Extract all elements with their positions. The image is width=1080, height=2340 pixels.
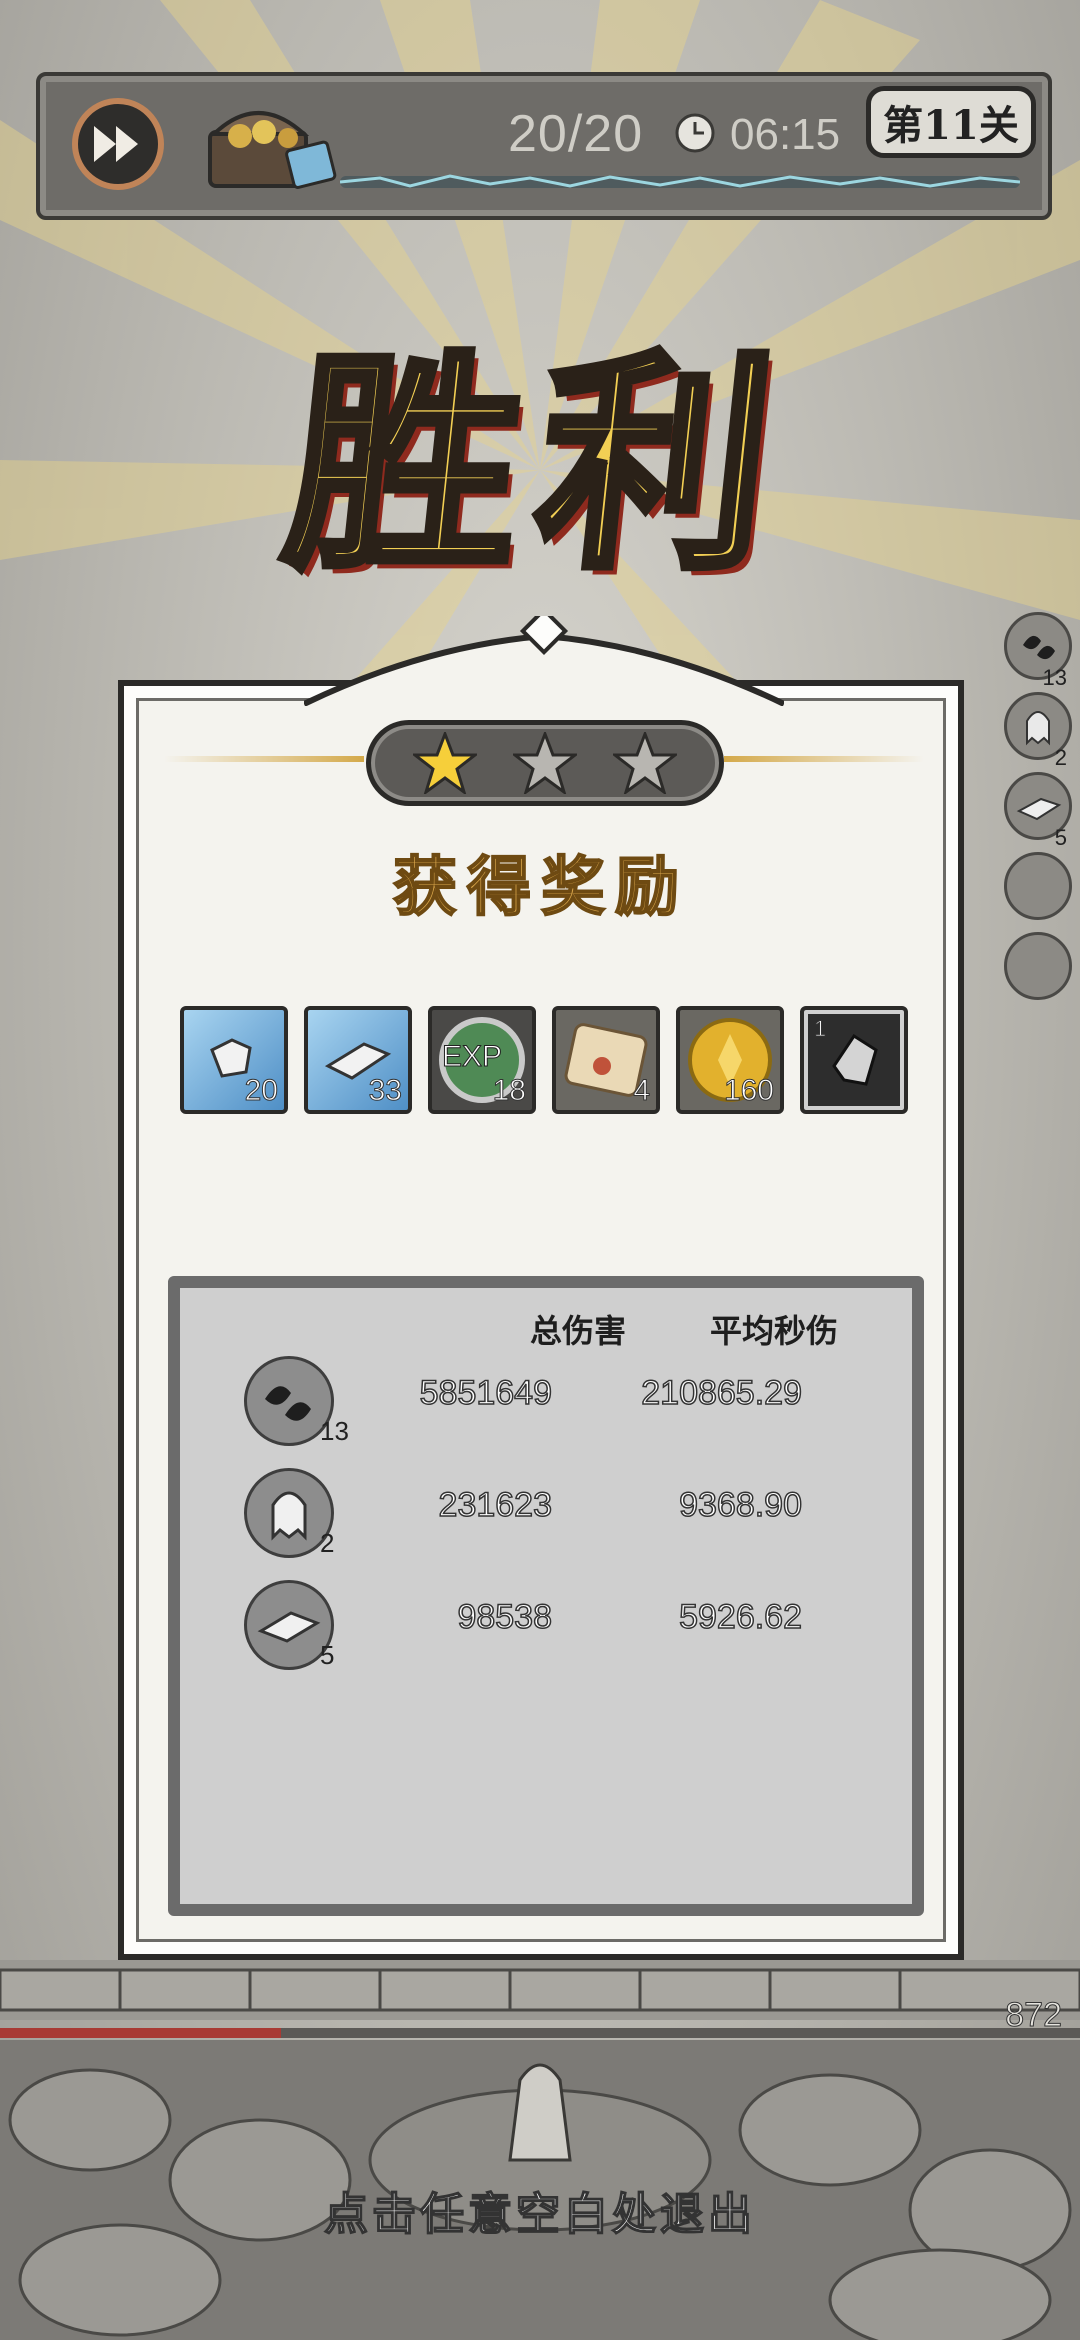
level-badge: 第11关 — [866, 86, 1036, 158]
reward-item[interactable]: 4 — [552, 1006, 660, 1114]
ghost-skill-icon — [271, 1491, 307, 1541]
reward-count: 20 — [244, 1074, 278, 1108]
total-damage-value: 98538 — [457, 1597, 553, 1637]
base-hp-bar — [0, 2028, 1080, 2038]
base-hp-fill — [0, 2028, 281, 2038]
reward-title: 获得奖励 — [392, 849, 689, 926]
stats-row: 13 5851649 210865.29 — [180, 1356, 912, 1456]
side-skill-black-drops[interactable]: 13 — [1004, 612, 1072, 690]
reward-count: 18 — [492, 1074, 526, 1108]
top-hud: 20/20 06:15 第11关 — [36, 72, 1052, 220]
hero-silhouette — [508, 2063, 572, 2162]
battle-timer: 06:15 — [730, 110, 841, 159]
panel-arch-ornament — [304, 616, 784, 706]
victory-title: 胜利 — [272, 326, 808, 604]
damage-stats-table: 总伤害 平均秒伤 13 5851649 210865.29 2 231623 9… — [168, 1276, 924, 1916]
stats-header-dps: 平均秒伤 — [710, 1312, 839, 1350]
wave-counter: 20/20 — [508, 105, 644, 163]
battlefield-ground — [0, 1960, 1080, 2340]
star-empty-icon — [613, 732, 677, 794]
reward-item[interactable]: 1 — [800, 1006, 908, 1114]
side-skill-level: 2 — [1054, 745, 1067, 770]
reward-item[interactable]: 20 — [180, 1006, 288, 1114]
side-skill-empty-slot[interactable] — [1004, 932, 1072, 1000]
wave-progress-bar — [340, 174, 1020, 188]
result-panel: 获得奖励 20 33 EXP 18 4 160 1 总伤害 平均秒伤 13 58… — [118, 616, 964, 1960]
reward-count: 33 — [368, 1074, 402, 1108]
side-skill-level: 13 — [1042, 665, 1067, 690]
reward-list: 20 33 EXP 18 4 160 1 — [180, 1006, 920, 1116]
fast-forward-icon — [94, 126, 138, 162]
exp-label: EXP — [441, 1040, 503, 1074]
side-skill-stone-block[interactable]: 5 — [1004, 772, 1072, 850]
dps-value: 5926.62 — [678, 1597, 802, 1637]
reward-item[interactable]: EXP 18 — [428, 1006, 536, 1114]
stats-row: 2 231623 9368.90 — [180, 1468, 912, 1568]
skill-level: 2 — [320, 1528, 335, 1558]
dps-value: 210865.29 — [641, 1373, 803, 1413]
total-damage-value: 231623 — [438, 1485, 553, 1525]
side-skill-level: 5 — [1054, 825, 1067, 850]
reward-item[interactable]: 160 — [676, 1006, 784, 1114]
skill-level: 5 — [320, 1640, 335, 1670]
fast-forward-button[interactable] — [72, 98, 164, 190]
reward-count: 4 — [633, 1074, 651, 1108]
treasure-chest-icon[interactable] — [200, 86, 340, 196]
clock-icon — [675, 113, 715, 153]
stats-row: 5 98538 5926.62 — [180, 1580, 912, 1680]
reward-count: 1 — [813, 1016, 827, 1042]
gold-divider-left — [164, 756, 364, 762]
skill-level: 13 — [320, 1416, 349, 1446]
star-rating — [366, 720, 724, 806]
tap-to-exit-hint[interactable]: 点击任意空白处退出 — [0, 2178, 1080, 2242]
star-empty-icon — [513, 732, 577, 794]
reward-item[interactable]: 33 — [304, 1006, 412, 1114]
side-skill-ghost[interactable]: 2 — [1004, 692, 1072, 770]
reward-count: 160 — [723, 1074, 774, 1108]
stats-header-total-damage: 总伤害 — [530, 1312, 627, 1350]
dps-value: 9368.90 — [678, 1485, 802, 1525]
total-damage-value: 5851649 — [419, 1373, 553, 1413]
base-hp-value: 872 — [1005, 1996, 1063, 2035]
side-skill-empty-slot[interactable] — [1004, 852, 1072, 920]
star-filled-icon — [413, 732, 477, 794]
gold-divider-right — [724, 756, 924, 762]
black-drops-skill-icon — [265, 1386, 311, 1421]
stone-block-skill-icon — [257, 1611, 321, 1643]
